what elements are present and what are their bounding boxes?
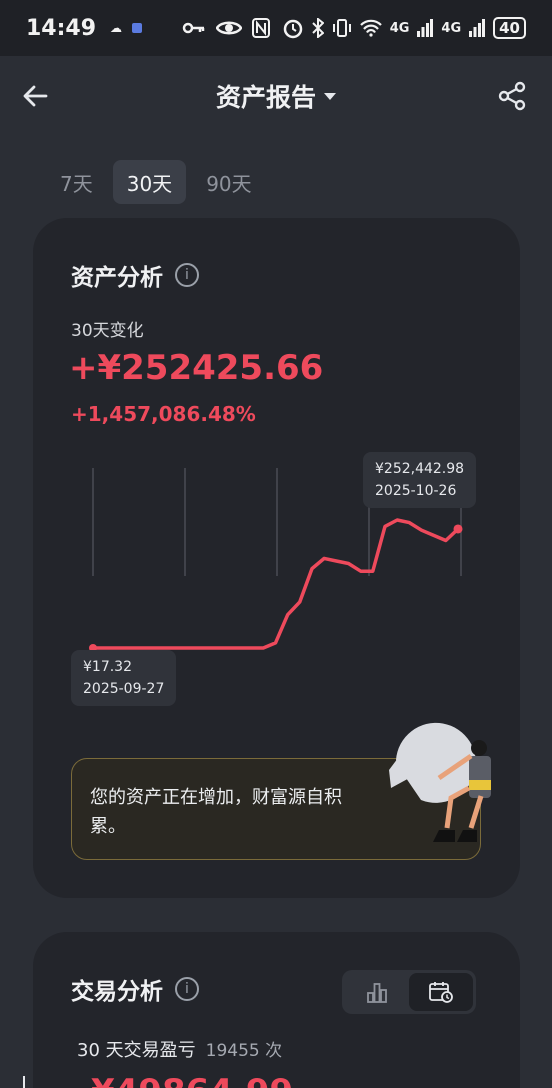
period-tabs: 7天 30天 90天 [46,160,266,204]
signal-bars-icon [417,19,434,37]
min-value: ¥17.32 [83,659,132,675]
bar-chart-view-button[interactable] [345,973,409,1011]
bluetooth-icon [311,18,324,38]
trade-analysis-title: 交易分析 [71,979,163,1005]
current-point-marker [453,524,463,534]
calendar-clock-icon [429,982,453,1003]
change-label: 30天变化 [71,321,144,341]
back-arrow-icon[interactable] [20,80,52,112]
status-time: 14:49 [26,15,97,41]
trade-pnl-label-row: 30 天交易盈亏 19455 次 [77,1036,282,1062]
trade-count: 19455 次 [205,1041,283,1061]
trade-pnl-amount: ¥49864.99 [91,1072,293,1088]
expand-icon[interactable] [20,1072,44,1088]
asset-series-line [91,518,460,650]
trade-analysis-title-row: 交易分析 i [71,972,199,1006]
battery-level: 40 [493,17,526,39]
min-date: 2025-09-27 [83,681,165,697]
asset-analysis-card: 资产分析 i 30天变化 +¥252425.66 +1,457,086.48% … [33,218,520,898]
key-icon [182,22,205,34]
max-value: ¥252,442.98 [375,461,465,477]
cloud-icon: ☁ [110,21,123,35]
nfc-icon [252,18,271,38]
bar-chart-icon [367,983,387,1003]
max-value-tooltip: ¥252,442.98 2025-10-26 [363,452,477,508]
trade-analysis-card: 交易分析 i 30 天交易盈亏 19455 次 ¥49864.99 [33,932,520,1088]
chevron-down-icon [324,92,336,100]
alarm-icon [283,19,302,39]
signal-1-label: 4G [389,20,410,36]
max-date: 2025-10-26 [375,483,457,499]
change-percent: +1,457,086.48% [71,402,256,426]
tab-90-days[interactable]: 90天 [192,160,265,204]
share-icon[interactable] [496,80,528,112]
tab-7-days[interactable]: 7天 [46,160,107,204]
change-amount: +¥252425.66 [69,348,324,388]
signal-bars-icon [469,19,486,37]
trade-view-toggle [342,970,476,1014]
wifi-icon [359,19,382,37]
signal-2-label: 4G [441,20,462,36]
info-icon[interactable]: i [175,263,199,287]
min-value-tooltip: ¥17.32 2025-09-27 [71,650,177,706]
eye-icon [216,21,243,35]
trade-pnl-label: 30 天交易盈亏 [77,1040,196,1061]
asset-analysis-title: 资产分析 [71,265,163,291]
app-notification-icon [132,23,143,33]
status-bar: 14:49 ☁ 4G 4G 40 [0,0,552,56]
vibrate-icon [332,19,351,37]
info-icon[interactable]: i [175,977,199,1001]
calendar-view-button[interactable] [409,973,473,1011]
tab-30-days[interactable]: 30天 [112,160,187,204]
report-title-dropdown[interactable]: 资产报告 [216,78,336,114]
page-title: 资产报告 [215,83,316,112]
asset-analysis-title-row: 资产分析 i [71,258,199,292]
page-header: 资产报告 [0,60,552,132]
pie-chart-person-illustration [389,722,491,842]
insight-text: 您的资产正在增加，财富源自积累。 [90,787,342,837]
